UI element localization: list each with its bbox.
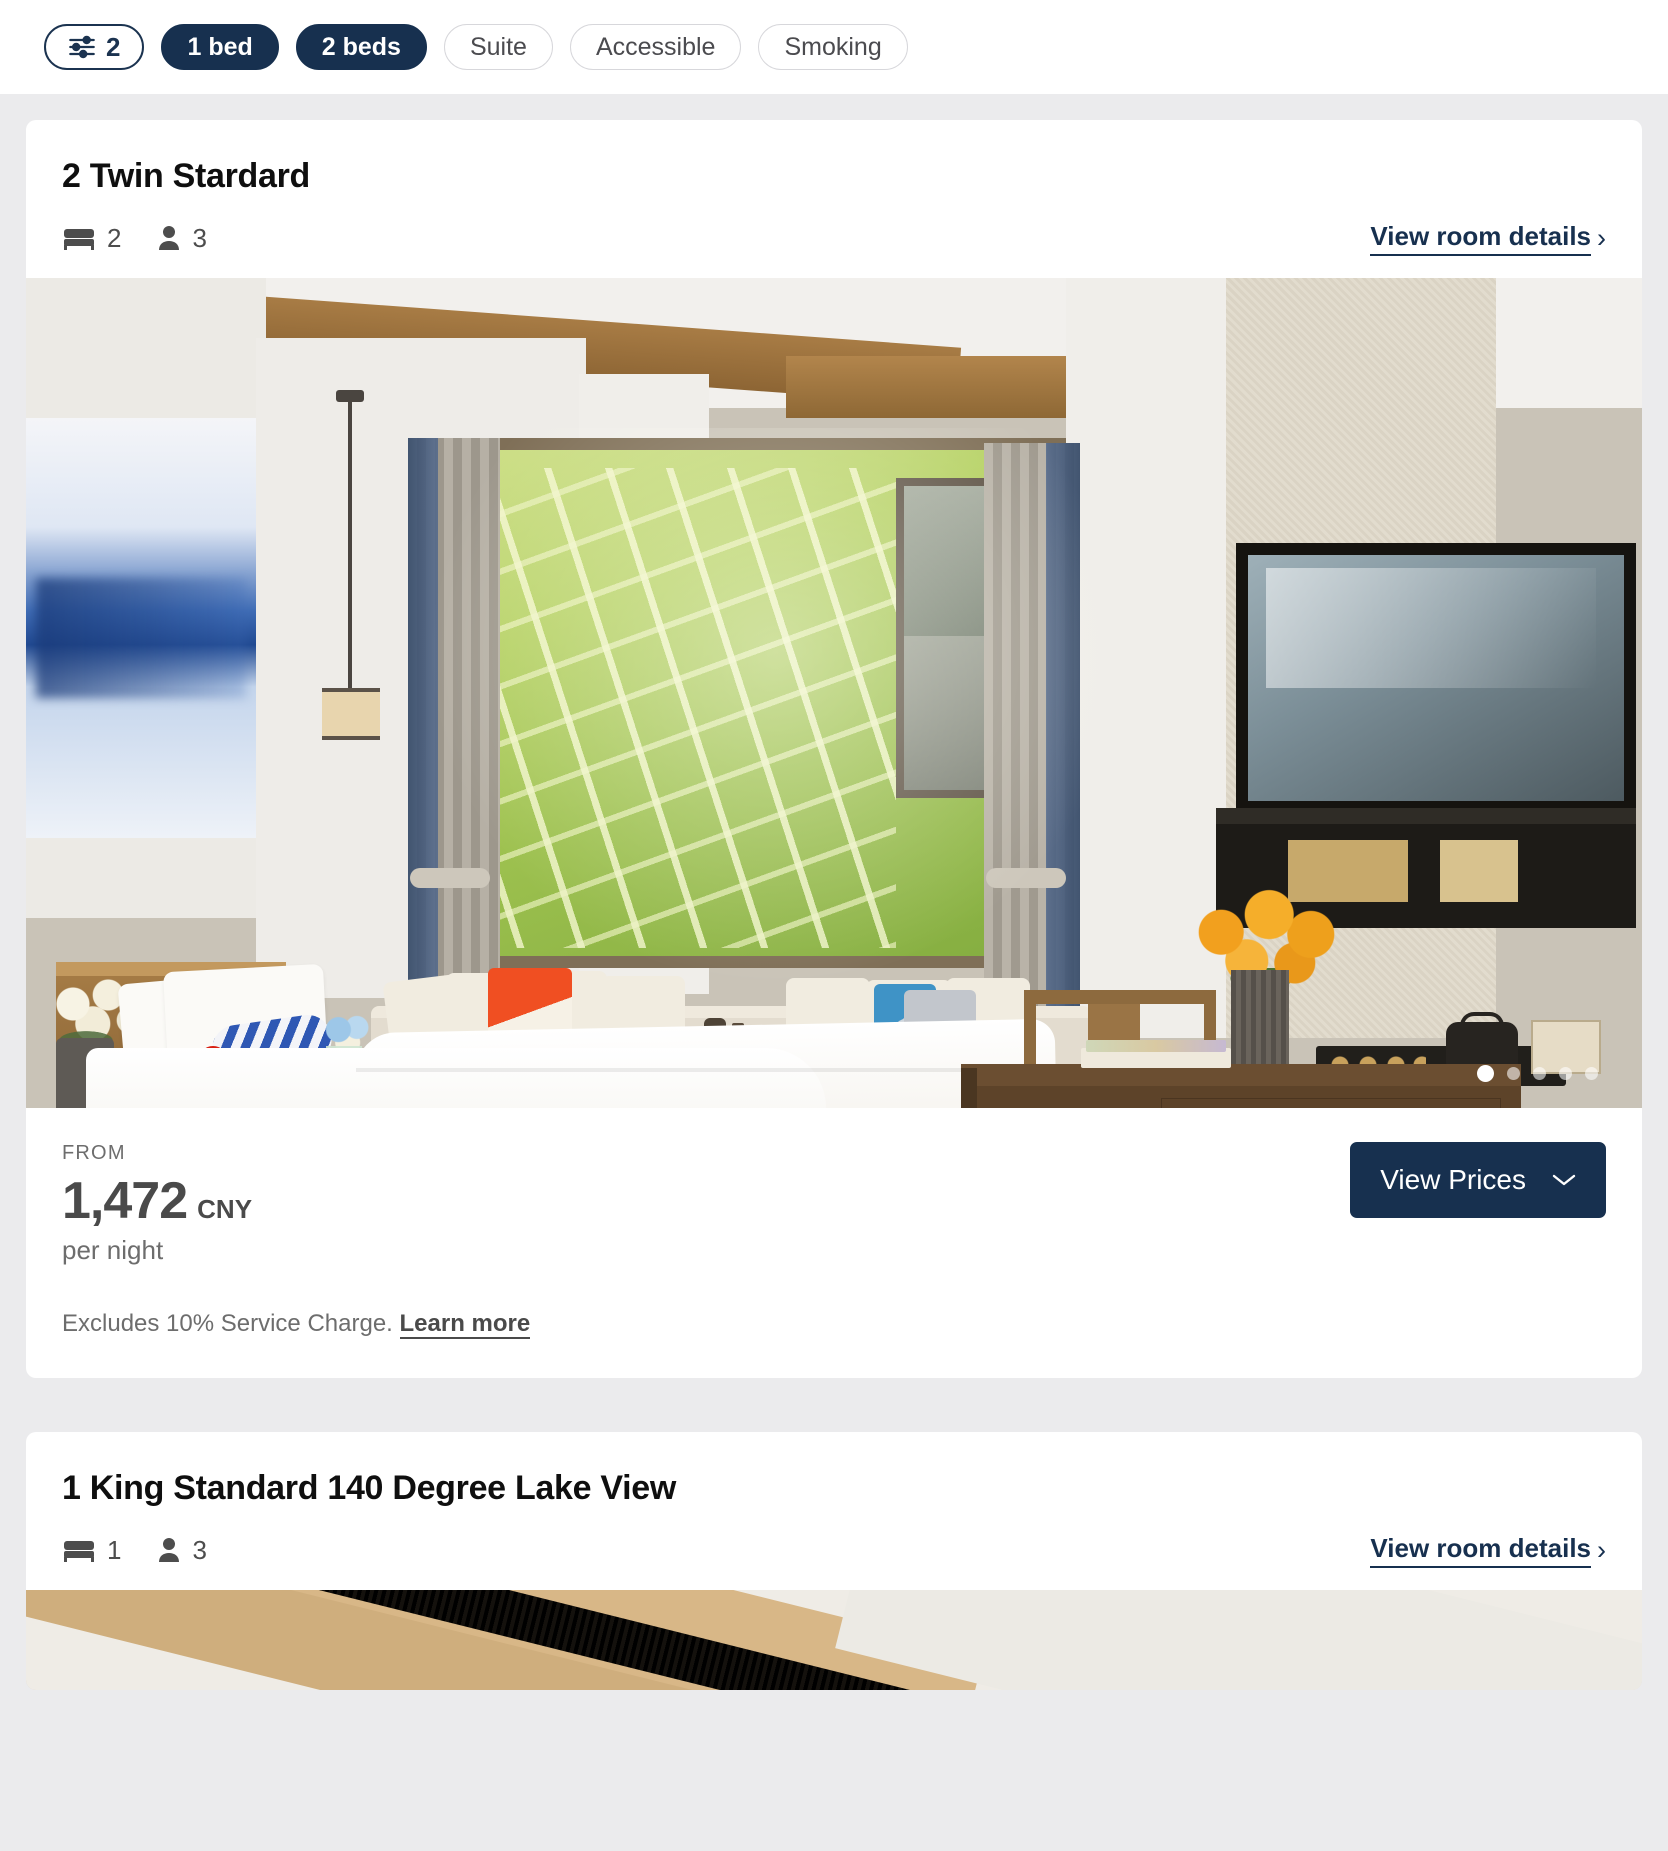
carousel-dot-4[interactable] <box>1559 1066 1572 1080</box>
chip-smoking[interactable]: Smoking <box>758 24 908 70</box>
tune-sliders-icon <box>68 35 96 59</box>
filter-count: 2 <box>106 32 121 62</box>
price-section: FROM 1,472 CNY per night View Prices Exc… <box>26 1108 1642 1378</box>
guest-count-value: 3 <box>192 222 207 253</box>
carousel-dots <box>1477 1064 1598 1082</box>
room-list: 2 Twin Stardard 2 3 View room details › … <box>0 94 1668 1716</box>
room-card: 2 Twin Stardard 2 3 View room details › … <box>26 120 1642 1378</box>
guest-count: 3 <box>157 1534 207 1566</box>
room-photo-artwork <box>26 277 1642 1108</box>
bed-icon <box>62 1537 96 1563</box>
bed-count-value: 2 <box>107 222 122 253</box>
price-period: per night <box>62 1234 164 1265</box>
view-prices-label: View Prices <box>1380 1163 1526 1195</box>
chip-2-beds[interactable]: 2 beds <box>295 24 427 70</box>
room-meta-row: 1 3 View room details › <box>62 1533 1606 1568</box>
guest-count-value: 3 <box>192 1534 207 1565</box>
bed-count-value: 1 <box>107 1534 122 1565</box>
chip-suite[interactable]: Suite <box>443 24 553 70</box>
guest-count: 3 <box>157 222 207 254</box>
carousel-dot-3[interactable] <box>1533 1066 1546 1080</box>
bed-count: 1 <box>62 1535 121 1566</box>
occupancy-group: 2 3 <box>62 223 207 254</box>
view-prices-button[interactable]: View Prices <box>1350 1141 1606 1218</box>
room-meta-row: 2 3 View room details › <box>62 221 1606 256</box>
carousel-dot-5[interactable] <box>1585 1066 1598 1080</box>
filter-bar: 2 1 bed 2 beds Suite Accessible Smoking <box>0 0 1668 94</box>
carousel-dot-1[interactable] <box>1477 1064 1494 1082</box>
room-photo-artwork <box>26 1589 1642 1690</box>
page-title: 2 Twin Stardard <box>62 157 311 195</box>
room-photo[interactable] <box>26 277 1642 1108</box>
price-from-label: FROM <box>62 1141 126 1164</box>
carousel-dot-2[interactable] <box>1507 1066 1520 1080</box>
chip-accessible[interactable]: Accessible <box>569 24 742 70</box>
room-card: 1 King Standard 140 Degree Lake View 1 3… <box>26 1431 1642 1690</box>
price-currency: CNY <box>197 1193 253 1224</box>
service-charge-disclaimer: Excludes 10% Service Charge. Learn more <box>62 1309 1606 1339</box>
filter-toggle-chip[interactable]: 2 <box>44 24 145 70</box>
learn-more-link[interactable]: Learn more <box>399 1309 531 1339</box>
person-icon <box>157 225 181 251</box>
chevron-right-icon: › <box>1597 1534 1606 1565</box>
room-card-header: 2 Twin Stardard 2 3 View room details › <box>26 120 1642 278</box>
occupancy-group: 1 3 <box>62 1535 207 1566</box>
page-title: 1 King Standard 140 Degree Lake View <box>62 1468 677 1507</box>
bed-icon <box>62 225 96 251</box>
room-card-header: 1 King Standard 140 Degree Lake View 1 3… <box>26 1432 1642 1590</box>
person-icon <box>157 1537 181 1563</box>
disclaimer-text: Excludes 10% Service Charge. <box>62 1309 393 1337</box>
price-block: FROM 1,472 CNY per night <box>62 1142 252 1266</box>
view-room-details-link[interactable]: View room details › <box>1370 221 1606 256</box>
bed-count: 2 <box>62 223 121 254</box>
chevron-right-icon: › <box>1597 222 1606 253</box>
room-photo[interactable] <box>26 1589 1642 1690</box>
view-room-details-label: View room details <box>1370 221 1591 256</box>
chevron-down-icon <box>1552 1167 1576 1193</box>
price-amount: 1,472 <box>62 1171 188 1230</box>
view-room-details-link[interactable]: View room details › <box>1370 1533 1606 1568</box>
view-room-details-label: View room details <box>1370 1533 1591 1568</box>
chip-1-bed[interactable]: 1 bed <box>161 24 279 70</box>
